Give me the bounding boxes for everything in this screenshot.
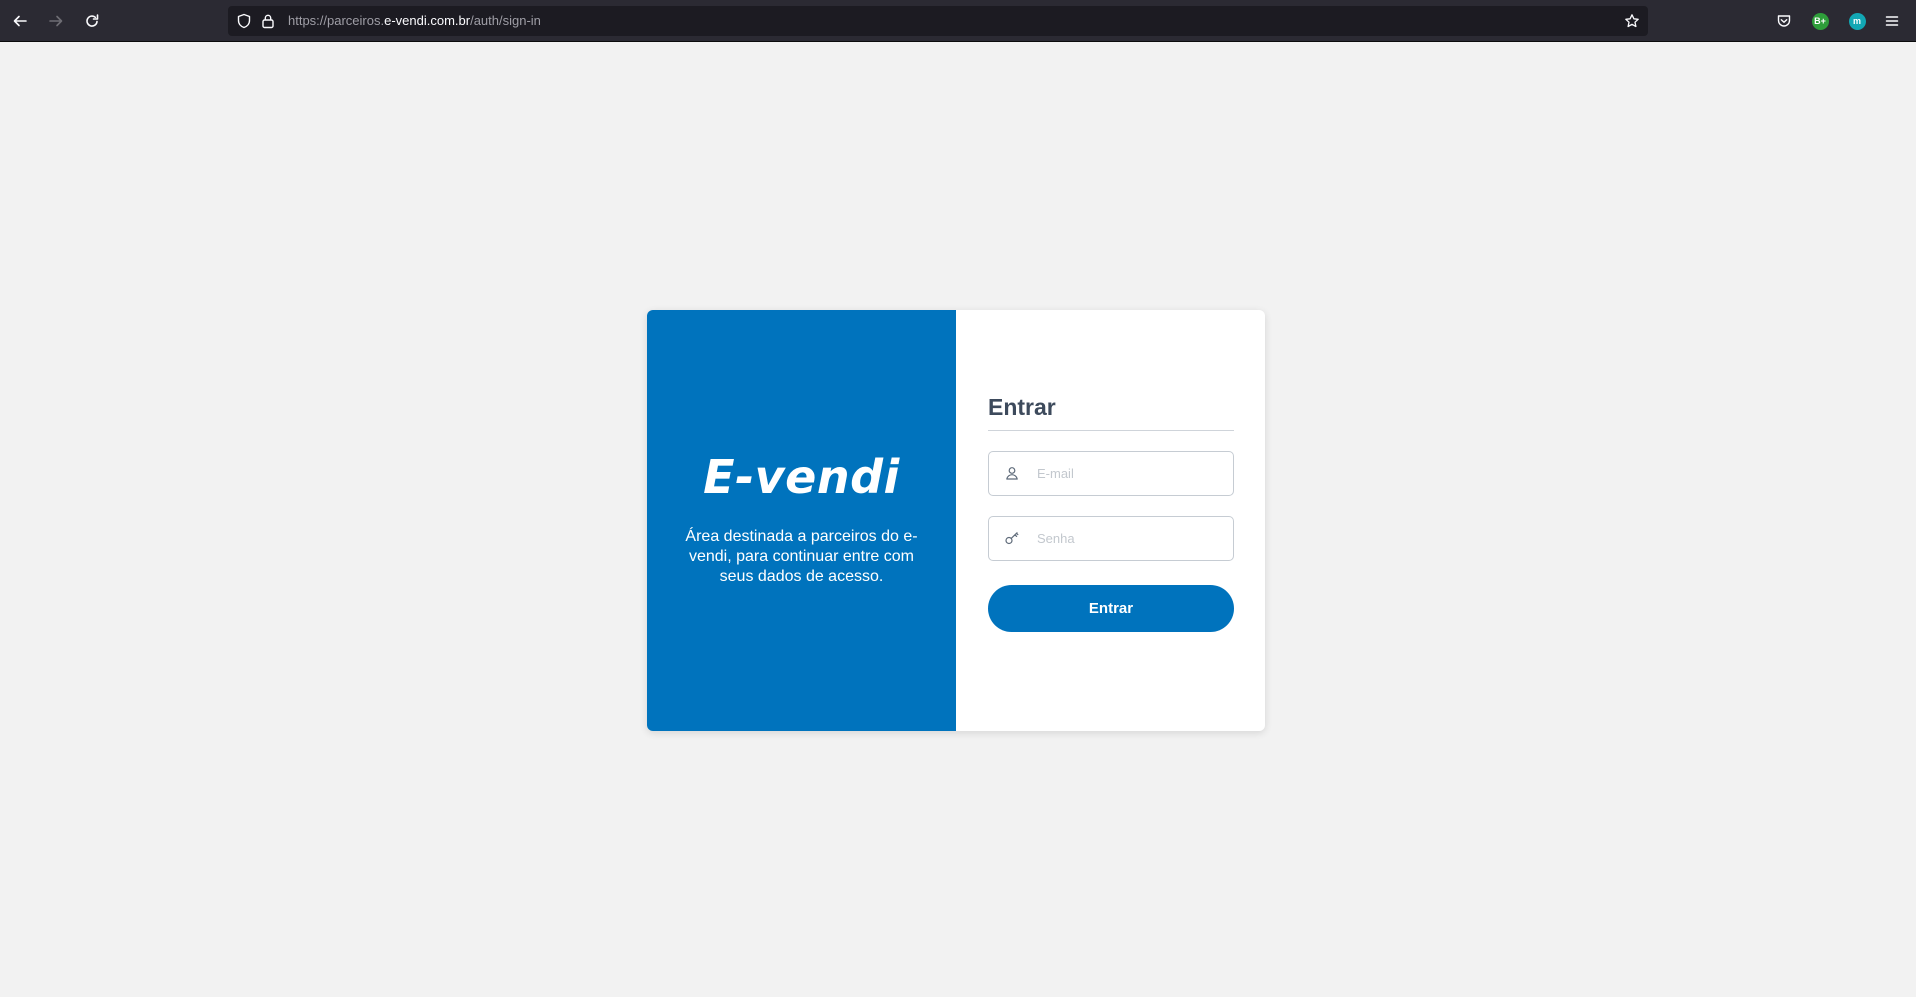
url-path: /auth/sign-in xyxy=(470,13,541,28)
browser-toolbar: https://parceiros.e-vendi.com.br/auth/si… xyxy=(0,0,1916,42)
back-button[interactable] xyxy=(6,7,34,35)
forward-arrow-icon xyxy=(49,15,63,27)
password-field[interactable] xyxy=(988,516,1234,561)
extension-bplus-icon: B+ xyxy=(1811,12,1829,30)
evendi-logo: E-vendi xyxy=(647,450,956,504)
pocket-icon xyxy=(1777,15,1791,27)
forward-button[interactable] xyxy=(42,7,70,35)
hamburger-menu-icon xyxy=(1885,16,1899,26)
url-prefix: https://parceiros. xyxy=(288,13,385,28)
login-panel: Entrar Entrar xyxy=(956,310,1265,731)
menu-button[interactable] xyxy=(1882,11,1902,31)
back-arrow-icon xyxy=(13,15,27,27)
email-input[interactable] xyxy=(1037,452,1223,495)
bookmark-star-icon[interactable] xyxy=(1624,13,1640,29)
login-submit-button[interactable]: Entrar xyxy=(988,585,1234,632)
login-title: Entrar xyxy=(988,394,1056,420)
reload-icon xyxy=(86,14,99,27)
brand-panel: E-vendi Área destinada a parceiros do e-… xyxy=(647,310,956,731)
extension-m[interactable]: m xyxy=(1847,11,1867,31)
url-text[interactable]: https://parceiros.e-vendi.com.br/auth/si… xyxy=(288,6,541,36)
extension-bplus[interactable]: B+ xyxy=(1810,11,1830,31)
tracking-shield-icon[interactable] xyxy=(236,13,252,29)
pocket-button[interactable] xyxy=(1774,11,1794,31)
extension-m-icon: m xyxy=(1848,12,1866,30)
title-divider xyxy=(988,430,1234,431)
lock-icon[interactable] xyxy=(260,13,276,29)
reload-button[interactable] xyxy=(78,7,106,35)
user-icon xyxy=(1006,467,1018,480)
logo-text: E-vendi xyxy=(703,450,900,504)
email-field[interactable] xyxy=(988,451,1234,496)
key-icon xyxy=(1005,532,1019,545)
url-host: e-vendi.com.br xyxy=(384,13,471,28)
password-input[interactable] xyxy=(1037,517,1223,560)
address-bar[interactable]: https://parceiros.e-vendi.com.br/auth/si… xyxy=(228,6,1648,36)
brand-tagline: Área destinada a parceiros do e-vendi, p… xyxy=(685,528,918,585)
login-card: E-vendi Área destinada a parceiros do e-… xyxy=(647,310,1265,731)
